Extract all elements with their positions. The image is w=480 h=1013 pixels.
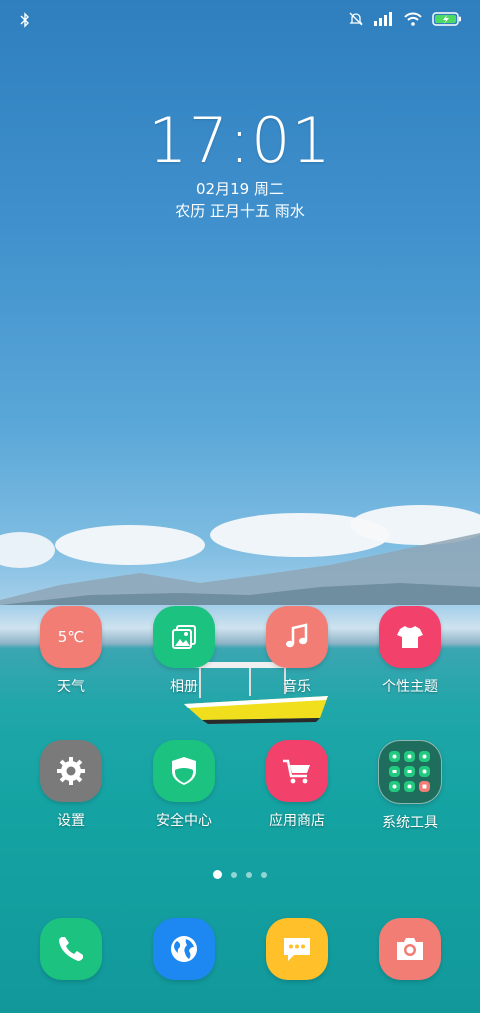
app-label: 天气 bbox=[57, 679, 85, 695]
wallpaper-clouds bbox=[0, 505, 480, 605]
camera-icon[interactable] bbox=[379, 918, 441, 980]
bluetooth-icon bbox=[20, 12, 29, 28]
battery-charging-icon bbox=[432, 12, 461, 26]
folder-icon bbox=[378, 740, 442, 804]
app-weather[interactable]: 5℃ 天气 bbox=[21, 606, 121, 696]
app-folder-system-tools[interactable]: 系统工具 bbox=[360, 740, 460, 832]
page-dot[interactable] bbox=[261, 872, 267, 878]
browser-globe-icon[interactable] bbox=[153, 918, 215, 980]
clock-time[interactable]: 17:01 bbox=[0, 104, 480, 177]
gallery-icon bbox=[153, 606, 215, 668]
page-dot-active[interactable] bbox=[213, 870, 222, 879]
app-label: 音乐 bbox=[283, 679, 311, 695]
app-music[interactable]: 音乐 bbox=[247, 606, 347, 696]
app-label: 个性主题 bbox=[382, 679, 438, 695]
page-indicator[interactable] bbox=[0, 870, 480, 879]
clock-date: 02月19 周二 bbox=[196, 180, 284, 198]
page-dot[interactable] bbox=[246, 872, 252, 878]
store-cart-icon bbox=[266, 740, 328, 802]
theme-icon bbox=[379, 606, 441, 668]
signal-icon bbox=[374, 12, 392, 26]
app-label: 相册 bbox=[170, 679, 198, 695]
app-themes[interactable]: 个性主题 bbox=[360, 606, 460, 696]
app-label: 系统工具 bbox=[382, 815, 438, 831]
app-label: 安全中心 bbox=[156, 813, 212, 829]
gear-icon bbox=[40, 740, 102, 802]
app-security[interactable]: 安全中心 bbox=[134, 740, 234, 830]
app-settings[interactable]: 设置 bbox=[21, 740, 121, 830]
lunar-date: 农历 正月十五 雨水 bbox=[175, 202, 305, 220]
status-bar bbox=[0, 0, 480, 40]
weather-icon: 5℃ bbox=[40, 606, 102, 668]
app-store[interactable]: 应用商店 bbox=[247, 740, 347, 830]
app-label: 应用商店 bbox=[269, 813, 325, 829]
page-dot[interactable] bbox=[231, 872, 237, 878]
app-label: 设置 bbox=[57, 813, 85, 829]
music-icon bbox=[266, 606, 328, 668]
wifi-icon bbox=[404, 12, 422, 26]
messages-icon[interactable] bbox=[266, 918, 328, 980]
silent-bell-icon bbox=[349, 12, 363, 26]
app-gallery[interactable]: 相册 bbox=[134, 606, 234, 696]
shield-icon bbox=[153, 740, 215, 802]
phone-icon[interactable] bbox=[40, 918, 102, 980]
